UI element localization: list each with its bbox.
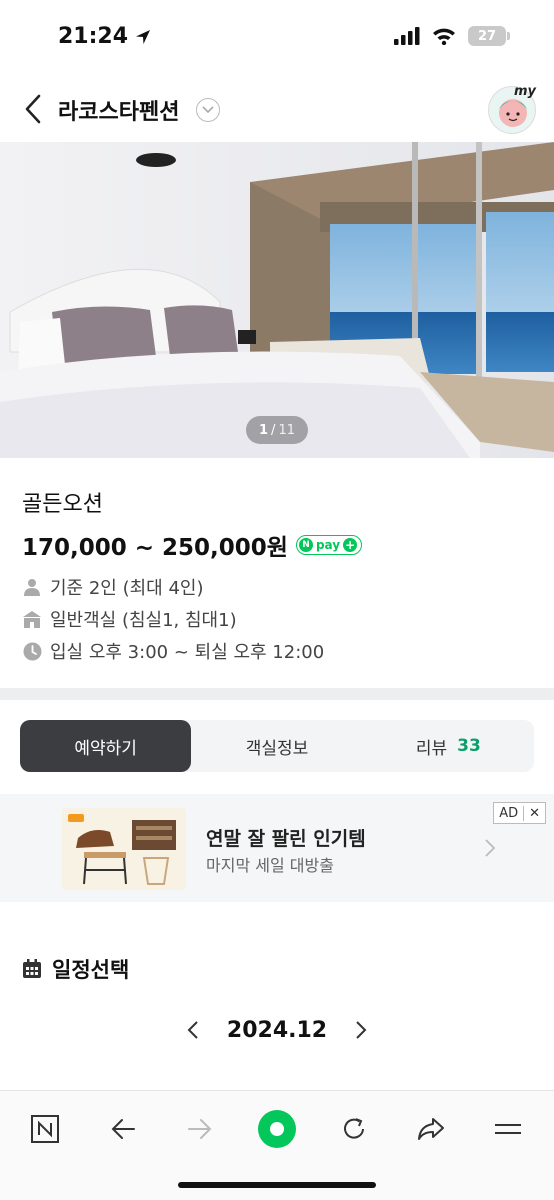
ad-badge: AD ✕: [493, 802, 546, 824]
schedule-section-title: 일정선택: [22, 954, 129, 984]
app-header: 라코스타펜션 my: [0, 74, 554, 142]
chevron-left-icon: [25, 94, 41, 124]
room-type-row: 일반객실 (침실1, 침대1): [22, 606, 237, 632]
npay-label: pay: [315, 538, 341, 552]
prev-month-button[interactable]: [183, 1016, 203, 1044]
building-icon: [22, 609, 42, 629]
status-bar: 21:24 27: [0, 0, 554, 74]
naver-home-button[interactable]: [25, 1109, 65, 1149]
refresh-button[interactable]: [334, 1109, 374, 1149]
section-divider: [0, 688, 554, 700]
battery-level: 27: [477, 28, 497, 44]
ad-label: AD: [499, 805, 519, 821]
wifi-icon: [433, 28, 455, 45]
current-month: 2024.12: [226, 1017, 328, 1043]
review-count: 33: [457, 736, 481, 756]
chevron-down-icon: [202, 106, 214, 114]
ad-subtitle: 마지막 세일 대방출: [206, 856, 334, 875]
photo-page-indicator: 1 / 11: [246, 416, 308, 444]
clock-icon: [22, 641, 42, 661]
photo-separator: /: [271, 422, 276, 438]
hamburger-menu-icon: [495, 1124, 521, 1134]
npay-plus-icon: +: [343, 538, 358, 552]
arrow-right-icon: [188, 1119, 212, 1139]
calendar-icon: [23, 959, 41, 978]
location-arrow-icon: [136, 29, 151, 44]
green-dot-icon: [258, 1110, 296, 1148]
home-indicator: [178, 1182, 376, 1188]
page-title[interactable]: 라코스타펜션: [58, 94, 179, 126]
browser-back-button[interactable]: [103, 1109, 143, 1149]
chevron-right-icon: [484, 838, 496, 862]
status-time: 21:24: [58, 24, 152, 49]
tab-room-info-label: 객실정보: [245, 738, 309, 759]
next-month-button[interactable]: [351, 1016, 371, 1044]
ad-close-button[interactable]: ✕: [523, 805, 545, 821]
room-photo: [0, 142, 554, 458]
room-photo-gallery[interactable]: 1 / 11: [0, 142, 554, 458]
ad-banner[interactable]: 연말 잘 팔린 인기템 마지막 세일 대방출 AD ✕: [0, 794, 554, 902]
back-button[interactable]: [18, 92, 48, 126]
price-row: 170,000 ~ 250,000원 N pay +: [22, 528, 363, 562]
share-button[interactable]: [411, 1109, 451, 1149]
cellular-signal-icon: [394, 27, 420, 45]
room-info-section: 골든오션 170,000 ~ 250,000원 N pay + 기준 2인 (최…: [0, 458, 554, 688]
room-tabs: 예약하기 객실정보 리뷰 33: [20, 720, 534, 772]
status-indicators: 27: [394, 26, 510, 46]
tab-reservation-label: 예약하기: [74, 738, 137, 759]
arrow-left-icon: [111, 1119, 135, 1139]
ad-product-image: [62, 808, 186, 890]
tab-reviews[interactable]: 리뷰 33: [363, 720, 534, 772]
ad-title: 연말 잘 팔린 인기템: [206, 828, 366, 850]
checkin-checkout-text: 입실 오후 3:00 ~ 퇴실 오후 12:00: [50, 642, 325, 663]
capacity-row: 기준 2인 (최대 4인): [22, 574, 203, 600]
schedule-title-text: 일정선택: [52, 958, 130, 982]
npay-badge: N pay +: [295, 535, 363, 555]
n-logo-icon: [31, 1115, 59, 1143]
menu-button[interactable]: [488, 1109, 528, 1149]
checkin-row: 입실 오후 3:00 ~ 퇴실 오후 12:00: [22, 638, 324, 664]
tab-room-info[interactable]: 객실정보: [191, 720, 362, 772]
browser-forward-button[interactable]: [180, 1109, 220, 1149]
tab-reservation[interactable]: 예약하기: [20, 720, 192, 772]
photo-total-count: 11: [278, 422, 295, 438]
chevron-right-icon: [356, 1021, 367, 1039]
room-name: 골든오션: [22, 492, 103, 517]
tab-reviews-label: 리뷰: [415, 738, 448, 759]
clock-text: 21:24: [58, 24, 129, 49]
battery-icon: 27: [468, 26, 510, 46]
my-label: my: [513, 84, 536, 99]
green-dot-button[interactable]: [257, 1109, 297, 1149]
photo-current-index: 1: [259, 422, 269, 438]
month-navigator: 2024.12: [0, 1016, 554, 1044]
refresh-icon: [344, 1118, 364, 1139]
share-icon: [418, 1118, 444, 1140]
room-type-text: 일반객실 (침실1, 침대1): [50, 610, 237, 631]
person-icon: [22, 577, 42, 597]
capacity-text: 기준 2인 (최대 4인): [50, 578, 204, 599]
npay-n-logo: N: [298, 538, 313, 552]
room-price: 170,000 ~ 250,000원: [22, 535, 288, 561]
title-dropdown-button[interactable]: [196, 98, 220, 122]
chevron-left-icon: [187, 1021, 198, 1039]
